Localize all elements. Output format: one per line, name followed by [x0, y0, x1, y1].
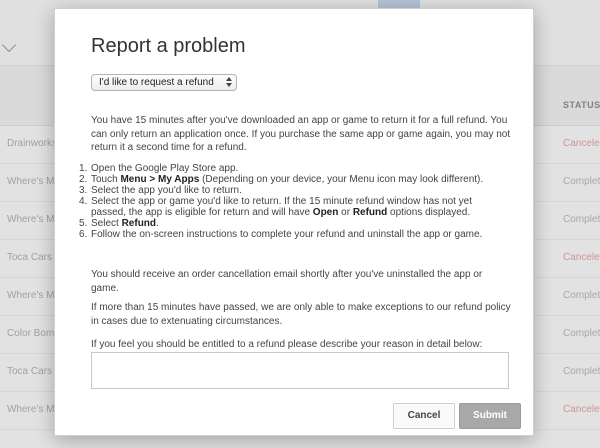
cancel-button[interactable]: Cancel: [393, 403, 455, 429]
exception-note: If more than 15 minutes have passed, we …: [91, 302, 511, 327]
step-number: 6.: [79, 229, 88, 240]
select-value: I'd like to request a refund: [99, 77, 214, 88]
refund-steps-list: 1. Open the Google Play Store app. 2. To…: [79, 163, 509, 240]
select-arrows-icon: [226, 77, 232, 87]
report-problem-dialog: Report a problem I'd like to request a r…: [54, 8, 534, 436]
list-item: 3. Select the app you'd like to return.: [79, 185, 509, 196]
step-number: 4.: [79, 196, 88, 207]
step-text: Select the app you'd like to return.: [91, 185, 242, 196]
problem-type-select[interactable]: I'd like to request a refund: [91, 74, 237, 91]
step-number: 2.: [79, 174, 88, 185]
cancellation-email-note: You should receive an order cancellation…: [91, 269, 483, 294]
step-text: Select Refund.: [91, 218, 159, 229]
step-number: 3.: [79, 185, 88, 196]
step-number: 5.: [79, 218, 88, 229]
list-item: 2. Touch Menu > My Apps (Depending on yo…: [79, 174, 509, 185]
step-text: Touch Menu > My Apps (Depending on your …: [91, 174, 484, 185]
step-text: Open the Google Play Store app.: [91, 163, 239, 174]
submit-button[interactable]: Submit: [459, 403, 521, 429]
list-item: 6. Follow the on-screen instructions to …: [79, 229, 509, 240]
list-item: 5. Select Refund.: [79, 218, 509, 229]
step-number: 1.: [79, 163, 88, 174]
refund-policy-text: You have 15 minutes after you've downloa…: [91, 115, 511, 153]
step-text: Follow the on-screen instructions to com…: [91, 229, 483, 240]
list-item: 4. Select the app or game you'd like to …: [79, 196, 509, 218]
reason-prompt-label: If you feel you should be entitled to a …: [91, 339, 483, 350]
step-text: Select the app or game you'd like to ret…: [91, 196, 473, 218]
dialog-title: Report a problem: [91, 35, 246, 57]
reason-textarea[interactable]: [91, 352, 509, 389]
list-item: 1. Open the Google Play Store app.: [79, 163, 509, 174]
